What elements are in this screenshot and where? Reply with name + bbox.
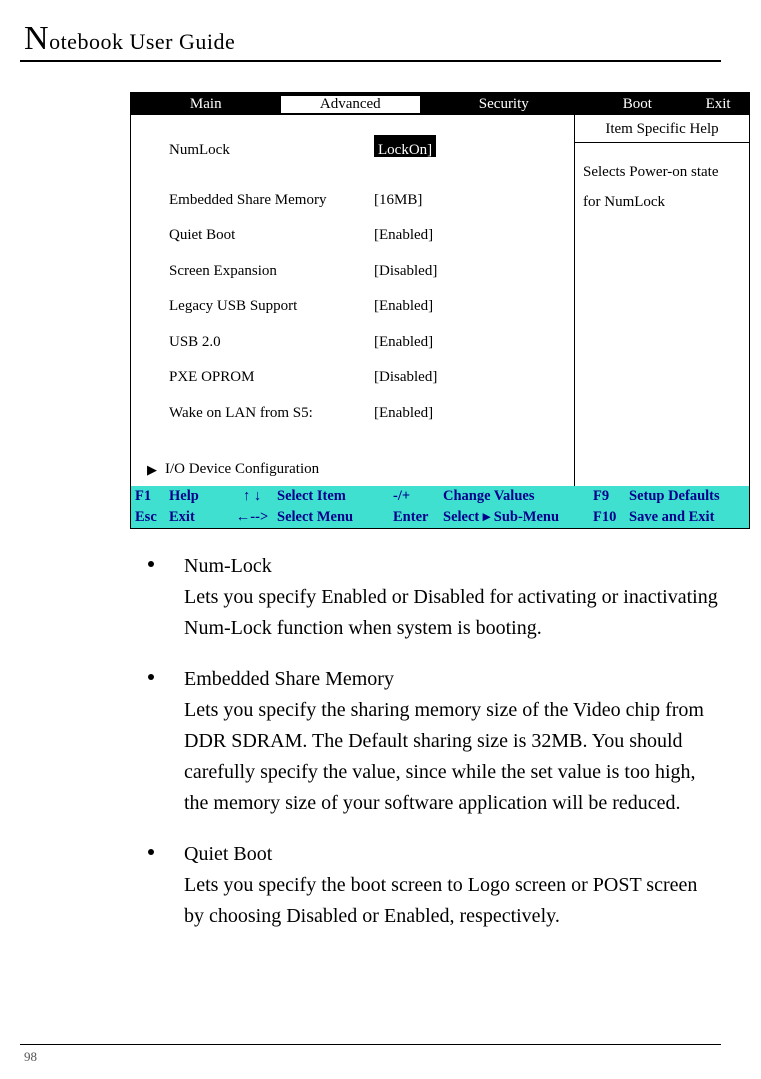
bullet-icon: [148, 561, 154, 567]
page-footer: 98: [0, 1044, 761, 1065]
bullet-icon: [148, 674, 154, 680]
help-text-line: for NumLock: [583, 187, 741, 217]
doc-item-numlock: Num-Lock Lets you specify Enabled or Dis…: [130, 551, 721, 644]
bios-key-legend: F1 Help ↑ ↓ Select Item -/+ Change Value…: [131, 486, 749, 528]
setting-embedded-share-memory[interactable]: Embedded Share Memory [16MB]: [139, 183, 566, 219]
page-number: 98: [24, 1049, 721, 1065]
setting-value: [Enabled]: [374, 327, 514, 359]
arrows-updown-icon: ↑ ↓: [227, 488, 277, 505]
tab-advanced[interactable]: Advanced: [281, 96, 421, 113]
setting-label: Embedded Share Memory: [139, 185, 374, 217]
submenu-io-device-config[interactable]: ▶ I/O Device Configuration: [139, 461, 566, 478]
tab-exit[interactable]: Exit: [687, 96, 749, 113]
bios-setup-panel: Main Advanced Security Boot Exit NumLock…: [130, 92, 750, 529]
page-title: Notebook User Guide: [24, 20, 721, 58]
document-body: Num-Lock Lets you specify Enabled or Dis…: [130, 551, 721, 932]
setting-value: [Enabled]: [374, 398, 514, 430]
key-f1: F1: [135, 488, 169, 505]
doc-item-desc: Lets you specify Enabled or Disabled for…: [184, 582, 721, 644]
setting-value: [Disabled]: [374, 256, 514, 288]
action-help: Help: [169, 488, 227, 505]
key-f9: F9: [593, 488, 629, 505]
doc-item-quiet-boot: Quiet Boot Lets you specify the boot scr…: [130, 839, 721, 932]
doc-item-desc: Lets you specify the boot screen to Logo…: [184, 870, 721, 932]
tab-security[interactable]: Security: [420, 96, 587, 113]
bullet-icon: [148, 849, 154, 855]
setting-legacy-usb[interactable]: Legacy USB Support [Enabled]: [139, 289, 566, 325]
doc-item-title: Embedded Share Memory: [184, 664, 721, 695]
key-esc: Esc: [135, 509, 169, 526]
setting-value-selected: LockOn]: [374, 135, 436, 157]
bios-help-panel: Item Specific Help Selects Power-on stat…: [574, 115, 749, 486]
doc-item-title: Quiet Boot: [184, 839, 721, 870]
action-save-and-exit: Save and Exit: [629, 509, 745, 526]
action-change-values: Change Values: [443, 488, 593, 505]
doc-item-embedded-share-memory: Embedded Share Memory Lets you specify t…: [130, 664, 721, 819]
footer-divider: [20, 1044, 721, 1045]
setting-label: Quiet Boot: [139, 220, 374, 252]
setting-pxe-oprom[interactable]: PXE OPROM [Disabled]: [139, 360, 566, 396]
setting-value: [Enabled]: [374, 291, 514, 323]
doc-item-title: Num-Lock: [184, 551, 721, 582]
action-select-submenu: Select ▸ Sub-Menu: [443, 509, 593, 526]
header-text: otebook User Guide: [49, 29, 235, 54]
action-select-menu: Select Menu: [277, 509, 387, 526]
setting-value: [Disabled]: [374, 362, 514, 394]
help-text-line: Selects Power-on state: [583, 157, 741, 187]
setting-quiet-boot[interactable]: Quiet Boot [Enabled]: [139, 218, 566, 254]
bios-tab-bar: Main Advanced Security Boot Exit: [131, 93, 749, 115]
setting-wake-on-lan[interactable]: Wake on LAN from S5: [Enabled]: [139, 396, 566, 432]
setting-label: USB 2.0: [139, 327, 374, 359]
doc-item-desc: Lets you specify the sharing memory size…: [184, 695, 721, 819]
setting-screen-expansion[interactable]: Screen Expansion [Disabled]: [139, 254, 566, 290]
setting-value: [16MB]: [374, 185, 514, 217]
setting-label: PXE OPROM: [139, 362, 374, 394]
setting-numlock[interactable]: NumLock LockOn]: [139, 133, 566, 169]
key-plusminus: -/+: [387, 488, 443, 505]
setting-usb20[interactable]: USB 2.0 [Enabled]: [139, 325, 566, 361]
setting-label: Legacy USB Support: [139, 291, 374, 323]
setting-label: Screen Expansion: [139, 256, 374, 288]
action-setup-defaults: Setup Defaults: [629, 488, 745, 505]
tab-boot[interactable]: Boot: [588, 96, 688, 113]
help-title: Item Specific Help: [575, 115, 749, 143]
arrows-leftright-icon: ←-->: [227, 509, 277, 526]
action-exit: Exit: [169, 509, 227, 526]
bios-settings-area: NumLock LockOn] Embedded Share Memory [1…: [131, 115, 574, 486]
action-select-item: Select Item: [277, 488, 387, 505]
header-divider: [20, 60, 721, 62]
setting-label: NumLock: [139, 135, 374, 167]
key-enter: Enter: [387, 509, 443, 526]
setting-value: [Enabled]: [374, 220, 514, 252]
triangle-right-icon: ▶: [147, 462, 165, 478]
key-f10: F10: [593, 509, 629, 526]
tab-main[interactable]: Main: [131, 96, 281, 113]
submenu-label: I/O Device Configuration: [165, 461, 319, 478]
setting-label: Wake on LAN from S5:: [139, 398, 374, 430]
